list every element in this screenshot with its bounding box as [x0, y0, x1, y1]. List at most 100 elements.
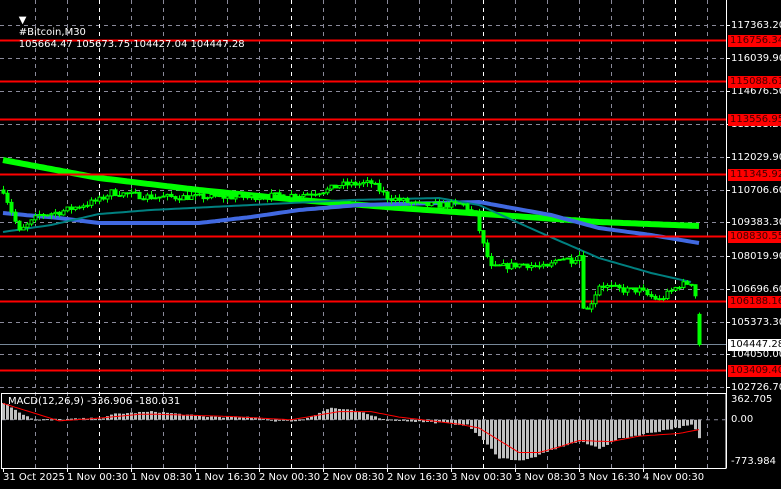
- price-tick-label: 116039.90: [731, 52, 781, 64]
- chart-canvas[interactable]: [0, 0, 781, 489]
- time-tick-label: 3 Nov 16:30: [579, 472, 641, 483]
- price-tick-label: 109383.30: [731, 216, 781, 228]
- macd-histogram-bar: [182, 415, 185, 420]
- macd-histogram-bar: [166, 412, 169, 420]
- candle-bear: [369, 180, 374, 184]
- candle-bear: [645, 289, 650, 296]
- macd-histogram-bar: [22, 414, 25, 420]
- candle-bull: [165, 193, 170, 197]
- time-tick-label: 2 Nov 16:30: [387, 472, 449, 483]
- candle-bull: [305, 193, 310, 196]
- candle-bull: [461, 203, 466, 206]
- price-tick-label: 108019.90: [731, 250, 781, 262]
- macd-histogram-bar: [670, 419, 673, 430]
- candle-bear: [309, 193, 314, 196]
- candle-bull: [357, 183, 362, 186]
- macd-histogram-bar: [130, 412, 133, 420]
- candle-bull: [349, 181, 354, 186]
- candle-bull: [157, 196, 162, 199]
- candle-bear: [621, 287, 626, 293]
- candle-bull: [605, 285, 610, 288]
- candle-bear: [489, 255, 494, 267]
- macd-histogram-bar: [474, 419, 477, 433]
- candle-bear: [457, 202, 462, 205]
- candle-bear: [13, 211, 18, 222]
- candle-bull: [189, 195, 194, 200]
- macd-histogram-bar: [346, 409, 349, 420]
- macd-histogram-bar: [690, 419, 693, 425]
- candle-bull: [257, 197, 262, 201]
- candle-bull: [401, 198, 406, 201]
- candle-bull: [81, 205, 86, 208]
- macd-histogram-bar: [230, 416, 233, 420]
- price-tick-label: 102726.70: [731, 381, 781, 393]
- candle-bear: [521, 263, 526, 266]
- chart-window[interactable]: ▼ #Bitcoin,M30 105664.47 105673.75 10442…: [0, 0, 781, 489]
- macd-histogram-bar: [634, 419, 637, 436]
- candle-bear: [333, 184, 338, 189]
- macd-histogram-bar: [470, 419, 473, 429]
- macd-histogram-bar: [546, 419, 549, 452]
- candle-bear: [473, 210, 478, 213]
- candle-bear: [465, 203, 470, 211]
- macd-histogram-bar: [542, 419, 545, 453]
- candle-bear: [385, 191, 390, 200]
- candle-bull: [197, 193, 202, 196]
- candle-bull: [429, 201, 434, 207]
- current-price-label: 104447.28: [728, 338, 781, 351]
- candle-bull: [681, 281, 686, 288]
- candle-bull: [233, 196, 238, 200]
- macd-histogram-bar: [146, 411, 149, 420]
- candle-bull: [553, 259, 558, 264]
- macd-histogram-bar: [318, 412, 321, 420]
- candle-bull: [209, 194, 214, 199]
- candle-bear: [213, 194, 218, 197]
- time-tick-label: 2 Nov 00:30: [259, 472, 321, 483]
- candle-bear: [41, 214, 46, 217]
- time-tick-label: 4 Nov 00:30: [643, 472, 705, 483]
- triangle-down-icon[interactable]: ▼: [19, 15, 27, 26]
- candle-bear: [133, 191, 138, 194]
- candle-bull: [317, 193, 322, 196]
- macd-histogram-bar: [626, 419, 629, 438]
- macd-histogram-bar: [406, 419, 409, 422]
- macd-histogram-bar: [618, 419, 621, 439]
- candle-bull: [49, 213, 54, 216]
- candle-bull: [433, 201, 438, 204]
- candle-bull: [45, 214, 50, 217]
- candle-bear: [1, 189, 6, 194]
- macd-histogram-bar: [602, 419, 605, 447]
- candle-bull: [181, 195, 186, 201]
- macd-axis-label: 0.00: [731, 413, 754, 425]
- macd-histogram-bar: [466, 419, 469, 425]
- macd-histogram-bar: [126, 413, 129, 420]
- candle-bear: [377, 182, 382, 192]
- macd-histogram-bar: [566, 419, 569, 446]
- macd-histogram-bar: [50, 419, 53, 421]
- macd-histogram-bar: [674, 419, 677, 428]
- candle-bear: [633, 287, 638, 293]
- macd-histogram-bar: [654, 419, 657, 433]
- macd-histogram-bar: [358, 411, 361, 420]
- macd-histogram-bar: [270, 419, 273, 421]
- candle-bull: [33, 215, 38, 221]
- macd-histogram-bar: [338, 408, 341, 420]
- candle-bull: [261, 197, 266, 200]
- macd-histogram-bar: [342, 409, 345, 420]
- candle-bear: [453, 201, 458, 204]
- macd-histogram-bar: [682, 419, 685, 426]
- macd-histogram-bar: [378, 418, 381, 420]
- candle-bull: [501, 263, 506, 267]
- macd-histogram-bar: [330, 407, 333, 420]
- candle-bull: [609, 284, 614, 287]
- macd-histogram-bar: [26, 416, 29, 420]
- macd-histogram-bar: [102, 418, 105, 420]
- candle-bear: [57, 211, 62, 216]
- time-tick-label: 1 Nov 00:30: [67, 472, 129, 483]
- macd-histogram-bar: [10, 407, 13, 420]
- ma-fast-line: [2, 196, 692, 283]
- candle-bear: [537, 265, 542, 268]
- macd-histogram-bar: [122, 413, 125, 420]
- macd-histogram-bar: [506, 419, 509, 459]
- candle-bear: [277, 192, 282, 196]
